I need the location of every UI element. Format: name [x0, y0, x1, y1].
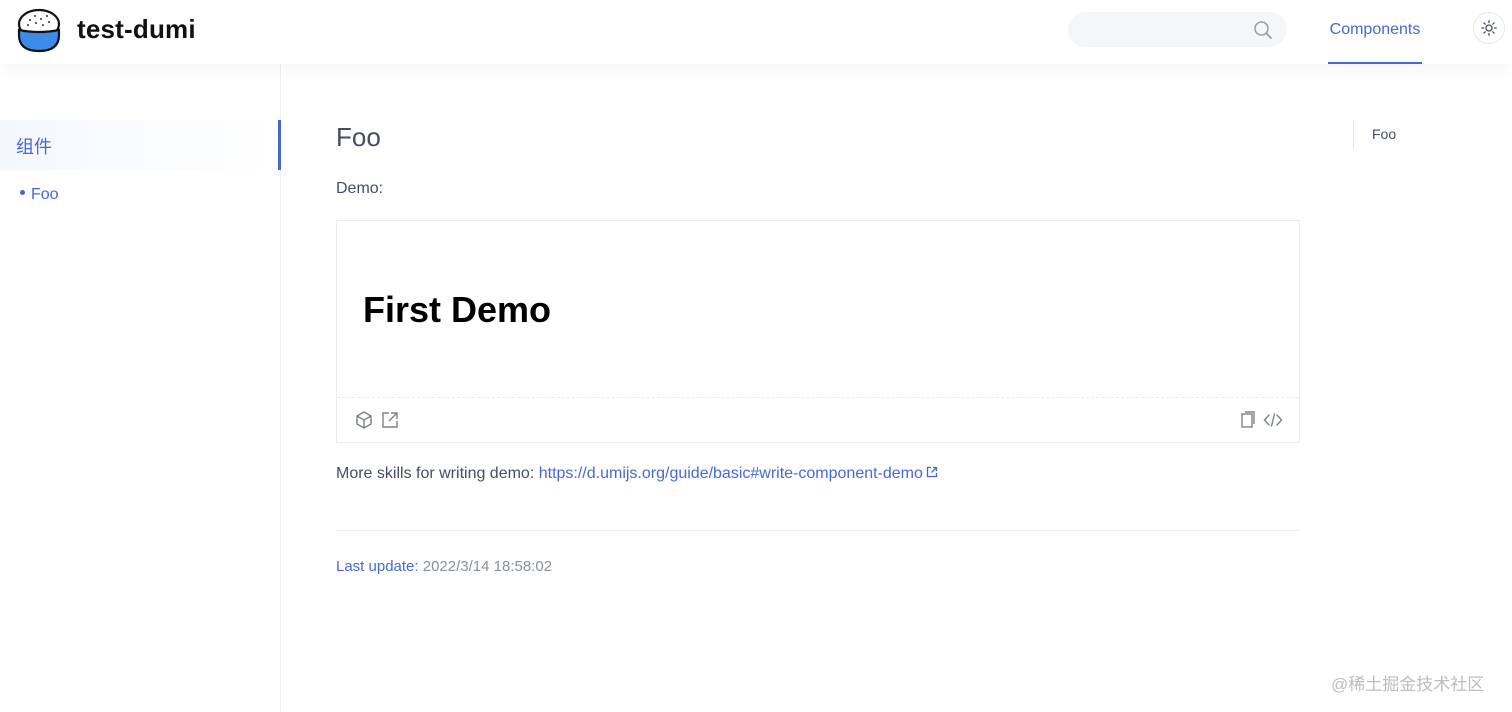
search-icon	[1254, 21, 1272, 39]
top-header: test-dumi Components	[0, 0, 1512, 64]
more-skills-text: More skills for writing demo: https://d.…	[336, 465, 938, 483]
page-title: Foo	[336, 122, 381, 152]
external-link-icon	[926, 466, 938, 477]
codesandbox-icon[interactable]	[354, 410, 374, 430]
sidebar-item-label: Foo	[31, 186, 59, 203]
demo-heading: First Demo	[363, 289, 552, 330]
copy-icon[interactable]	[1237, 410, 1257, 430]
site-title[interactable]: test-dumi	[77, 14, 196, 45]
docs-link[interactable]: https://d.umijs.org/guide/basic#write-co…	[539, 465, 923, 482]
code-icon[interactable]	[1263, 410, 1283, 430]
watermark: @稀土掘金技术社区	[1331, 675, 1485, 694]
logo-icon[interactable]	[16, 7, 62, 53]
footer-divider	[336, 530, 1300, 531]
demo-preview: First Demo	[337, 221, 1299, 398]
sun-icon	[1481, 20, 1497, 36]
last-update-label: Last update:	[336, 558, 419, 575]
bullet-icon	[20, 190, 25, 196]
theme-toggle-button[interactable]	[1473, 12, 1505, 44]
sidebar-group: 组件	[0, 120, 281, 170]
last-update-value: 2022/3/14 18:58:02	[422, 558, 553, 575]
sidebar: 组件 Foo	[0, 64, 281, 712]
nav-components[interactable]: Components	[1328, 0, 1422, 64]
demo-actions-bar	[337, 398, 1299, 442]
demo-label: Demo:	[336, 180, 384, 197]
toc-item-foo[interactable]: Foo	[1372, 126, 1396, 142]
more-skills-label: More skills for writing demo:	[336, 465, 539, 482]
sidebar-item-foo[interactable]: Foo	[20, 186, 59, 204]
table-of-contents: Foo	[1353, 120, 1396, 148]
last-update: Last update: 2022/3/14 18:58:02	[336, 558, 552, 575]
search-input[interactable]	[1068, 12, 1287, 47]
open-external-icon[interactable]	[380, 410, 400, 430]
demo-container: First Demo	[336, 220, 1300, 443]
sidebar-group-label: 组件	[16, 137, 52, 157]
